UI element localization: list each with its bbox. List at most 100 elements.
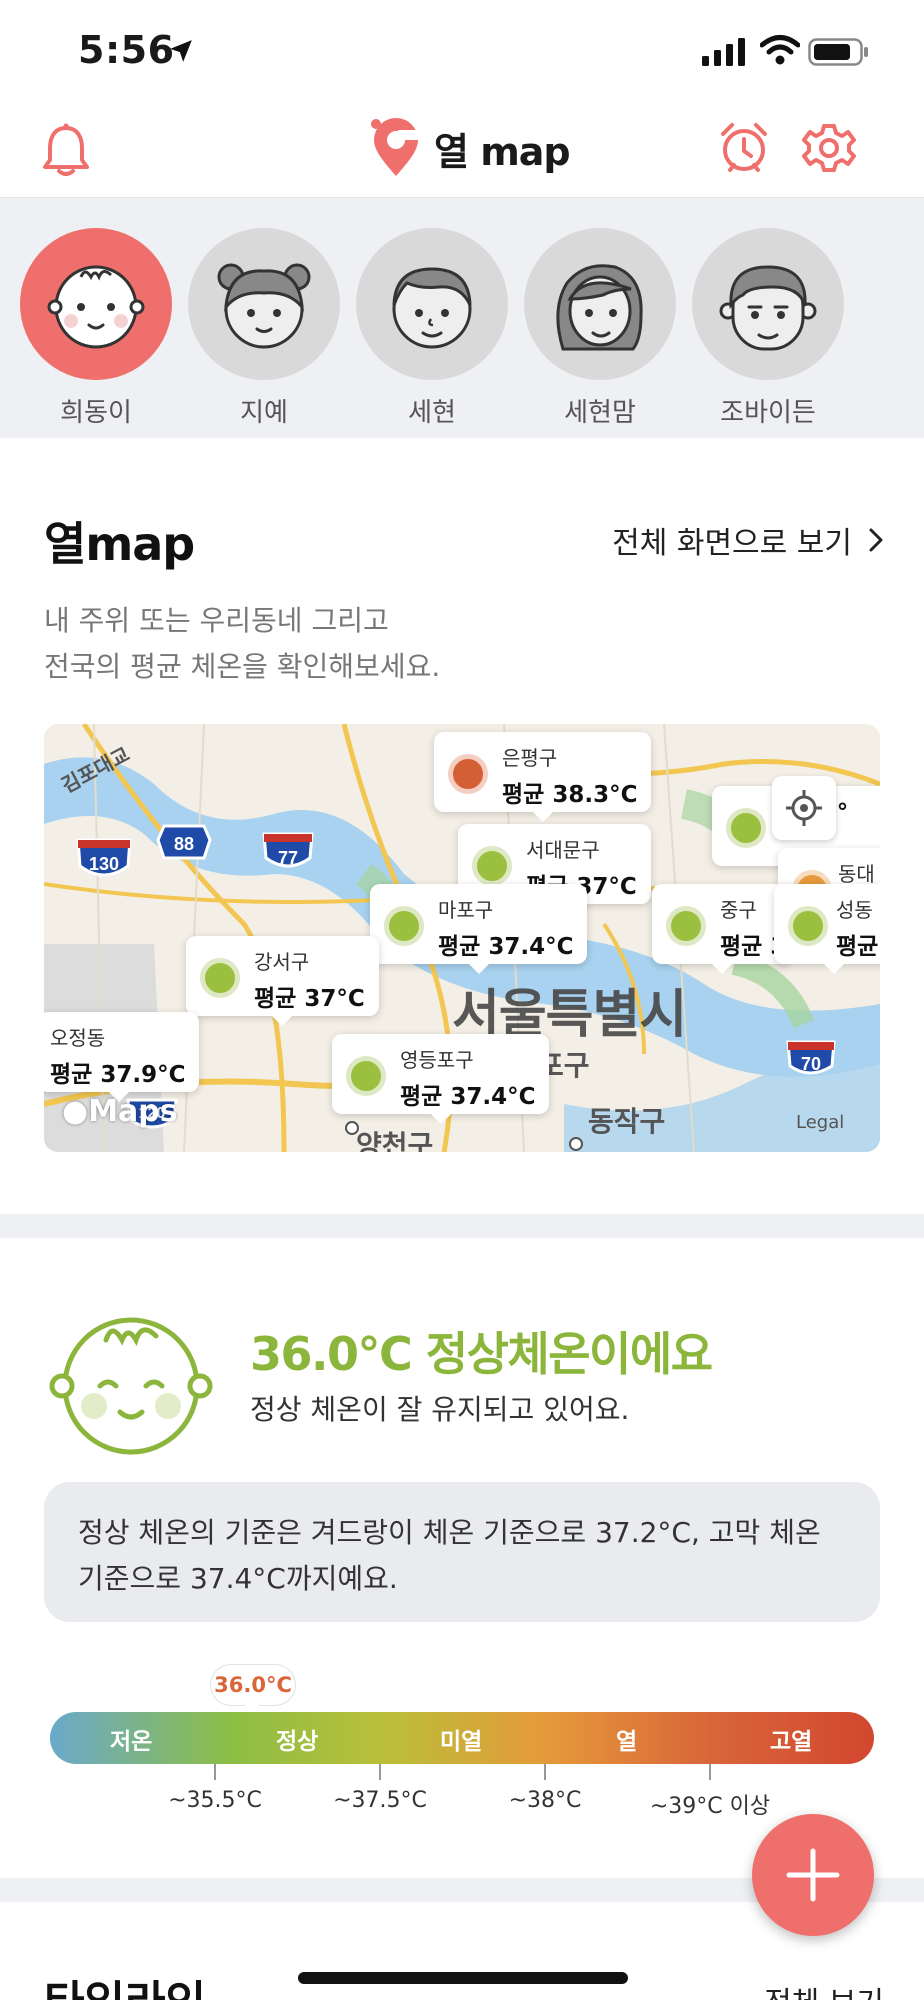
- profile-item[interactable]: 세현맘: [524, 228, 676, 429]
- temperature-dot: [788, 906, 828, 946]
- district-marker[interactable]: 강서구 평균 37°C: [186, 936, 379, 1026]
- tick-label: ~39°C 이상: [649, 1794, 771, 1819]
- add-button[interactable]: [752, 1814, 874, 1936]
- district-name: 영등포구: [400, 1048, 474, 1072]
- status-title: 36.0°C 정상체온이에요: [250, 1327, 713, 1381]
- scale-label: 미열: [440, 1729, 483, 1755]
- temperature-dot: [384, 906, 424, 946]
- highway-shield-label: 70: [801, 1054, 821, 1074]
- tick-label: ~38°C: [508, 1788, 582, 1813]
- avatar[interactable]: [692, 228, 844, 380]
- district-marker[interactable]: 마포구 평균 37.4°C: [370, 884, 588, 974]
- fullscreen-link[interactable]: 전체 화면으로 보기: [612, 518, 884, 562]
- wifi-icon: [760, 35, 800, 65]
- district-average: 평균: [836, 934, 879, 960]
- description-line: 내 주위 또는 우리동네 그리고: [44, 604, 389, 637]
- avatar[interactable]: [356, 228, 508, 380]
- avatar[interactable]: [524, 228, 676, 380]
- district-average: 평균 3: [720, 934, 787, 960]
- district-average: 평균 37.9°C: [50, 1062, 186, 1088]
- tick-label: ~35.5°C: [168, 1788, 262, 1813]
- scale-label: 열: [616, 1729, 638, 1755]
- map-place-label: 양천구: [356, 1129, 434, 1152]
- bell-icon[interactable]: [40, 122, 92, 178]
- avatar[interactable]: [188, 228, 340, 380]
- my-location-button[interactable]: [772, 776, 836, 840]
- status-time: 5:56: [78, 28, 175, 72]
- temperature-dot: [448, 754, 488, 794]
- scale-label: 저온: [110, 1729, 153, 1755]
- temperature-map[interactable]: 130 88 77 120 70 서울특별시 동작구 양천구 김포대교 포구 은…: [44, 724, 880, 1152]
- apple-logo-icon: ●: [62, 1094, 89, 1129]
- plus-icon: [786, 1848, 840, 1902]
- profile-item[interactable]: 지예: [188, 228, 340, 429]
- gear-icon[interactable]: [802, 120, 856, 176]
- highway-shield-label: 77: [278, 848, 298, 868]
- district-marker[interactable]: 성동 평균: [774, 884, 880, 974]
- temperature-dot: [726, 808, 766, 848]
- profile-name: 세현맘: [564, 398, 636, 428]
- baby-face-icon: [47, 265, 145, 349]
- highway-shield-icon: 70: [786, 1040, 836, 1075]
- man-face-icon: [719, 265, 817, 351]
- current-temperature-bubble: 36.0°C: [210, 1664, 296, 1706]
- battery-icon: [808, 38, 868, 66]
- profile-name: 세현: [408, 398, 456, 428]
- district-name: 마포구: [438, 898, 494, 922]
- cellular-signal-icon: [702, 38, 745, 66]
- scale-label: 정상: [276, 1729, 319, 1755]
- district-marker[interactable]: 영등포구 평균 37.4°C: [332, 1034, 550, 1124]
- highway-shield-label: 88: [174, 834, 194, 854]
- temperature-dot: [346, 1056, 386, 1096]
- girl-face-icon: [217, 263, 311, 349]
- district-name: 은평구: [502, 746, 558, 770]
- scale-tick: [214, 1764, 216, 1780]
- district-marker[interactable]: 오정동 평균 37.9°C: [44, 1012, 200, 1102]
- map-pin-logo-icon: [371, 118, 422, 176]
- district-average: 평균 37.4°C: [400, 1084, 536, 1110]
- alarm-clock-icon[interactable]: [718, 120, 770, 176]
- fullscreen-link-label: 전체 화면으로 보기: [612, 526, 852, 561]
- district-average: 평균 37°C: [254, 986, 365, 1012]
- profile-name: 희동이: [60, 398, 132, 428]
- scale-tick: [709, 1764, 711, 1780]
- app-header: 열 map: [0, 100, 924, 198]
- status-bar: 5:56: [0, 0, 924, 100]
- scale-tick: [544, 1764, 546, 1780]
- scale-label: 고열: [770, 1729, 813, 1755]
- legal-link[interactable]: Legal: [796, 1112, 844, 1133]
- district-marker[interactable]: 중구 평균 3: [652, 884, 792, 974]
- profile-item[interactable]: 희동이: [20, 228, 172, 429]
- temperature-dot: [200, 958, 240, 998]
- boy-face-icon: [392, 267, 472, 349]
- highway-shield-label: 130: [89, 854, 119, 874]
- crosshair-icon: [786, 790, 822, 826]
- tick-label: ~37.5°C: [333, 1788, 427, 1813]
- temperature-dot: [472, 846, 512, 886]
- avatar[interactable]: [20, 228, 172, 380]
- district-marker[interactable]: 은평구 평균 38.3°C: [434, 732, 652, 822]
- district-name: 동대: [838, 862, 875, 886]
- maps-attribution: ●Maps: [62, 1094, 178, 1129]
- temperature-scale: 저온 정상 미열 열 고열: [50, 1712, 874, 1764]
- description-line: 전국의 평균 체온을 확인해보세요.: [44, 650, 441, 683]
- temperature-dot: [666, 906, 706, 946]
- timeline-see-all-link[interactable]: 전체 보기: [764, 1978, 884, 2000]
- profile-name: 조바이든: [720, 398, 816, 428]
- district-name: 성동: [836, 898, 873, 922]
- scale-tick: [379, 1764, 381, 1780]
- app-logo: 열 map: [370, 116, 571, 180]
- profile-item[interactable]: 조바이든: [692, 228, 844, 429]
- profile-selector: 희동이 지예 세현 세현맘 조바이든: [0, 198, 924, 438]
- highway-shield-icon: 77: [262, 832, 314, 868]
- district-name: 중구: [720, 898, 757, 922]
- section-divider: [0, 1214, 924, 1238]
- heat-map-section: 열map 전체 화면으로 보기 내 주위 또는 우리동네 그리고 전국의 평균 …: [0, 438, 924, 1214]
- profile-item[interactable]: 세현: [356, 228, 508, 429]
- district-name: 오정동: [50, 1026, 106, 1050]
- section-title: 열map: [44, 517, 195, 571]
- district-average: 평균 38.3°C: [502, 782, 638, 808]
- location-arrow-icon: [170, 40, 192, 62]
- district-name: 서대문구: [526, 838, 600, 862]
- normal-baby-face-icon: [49, 1317, 213, 1455]
